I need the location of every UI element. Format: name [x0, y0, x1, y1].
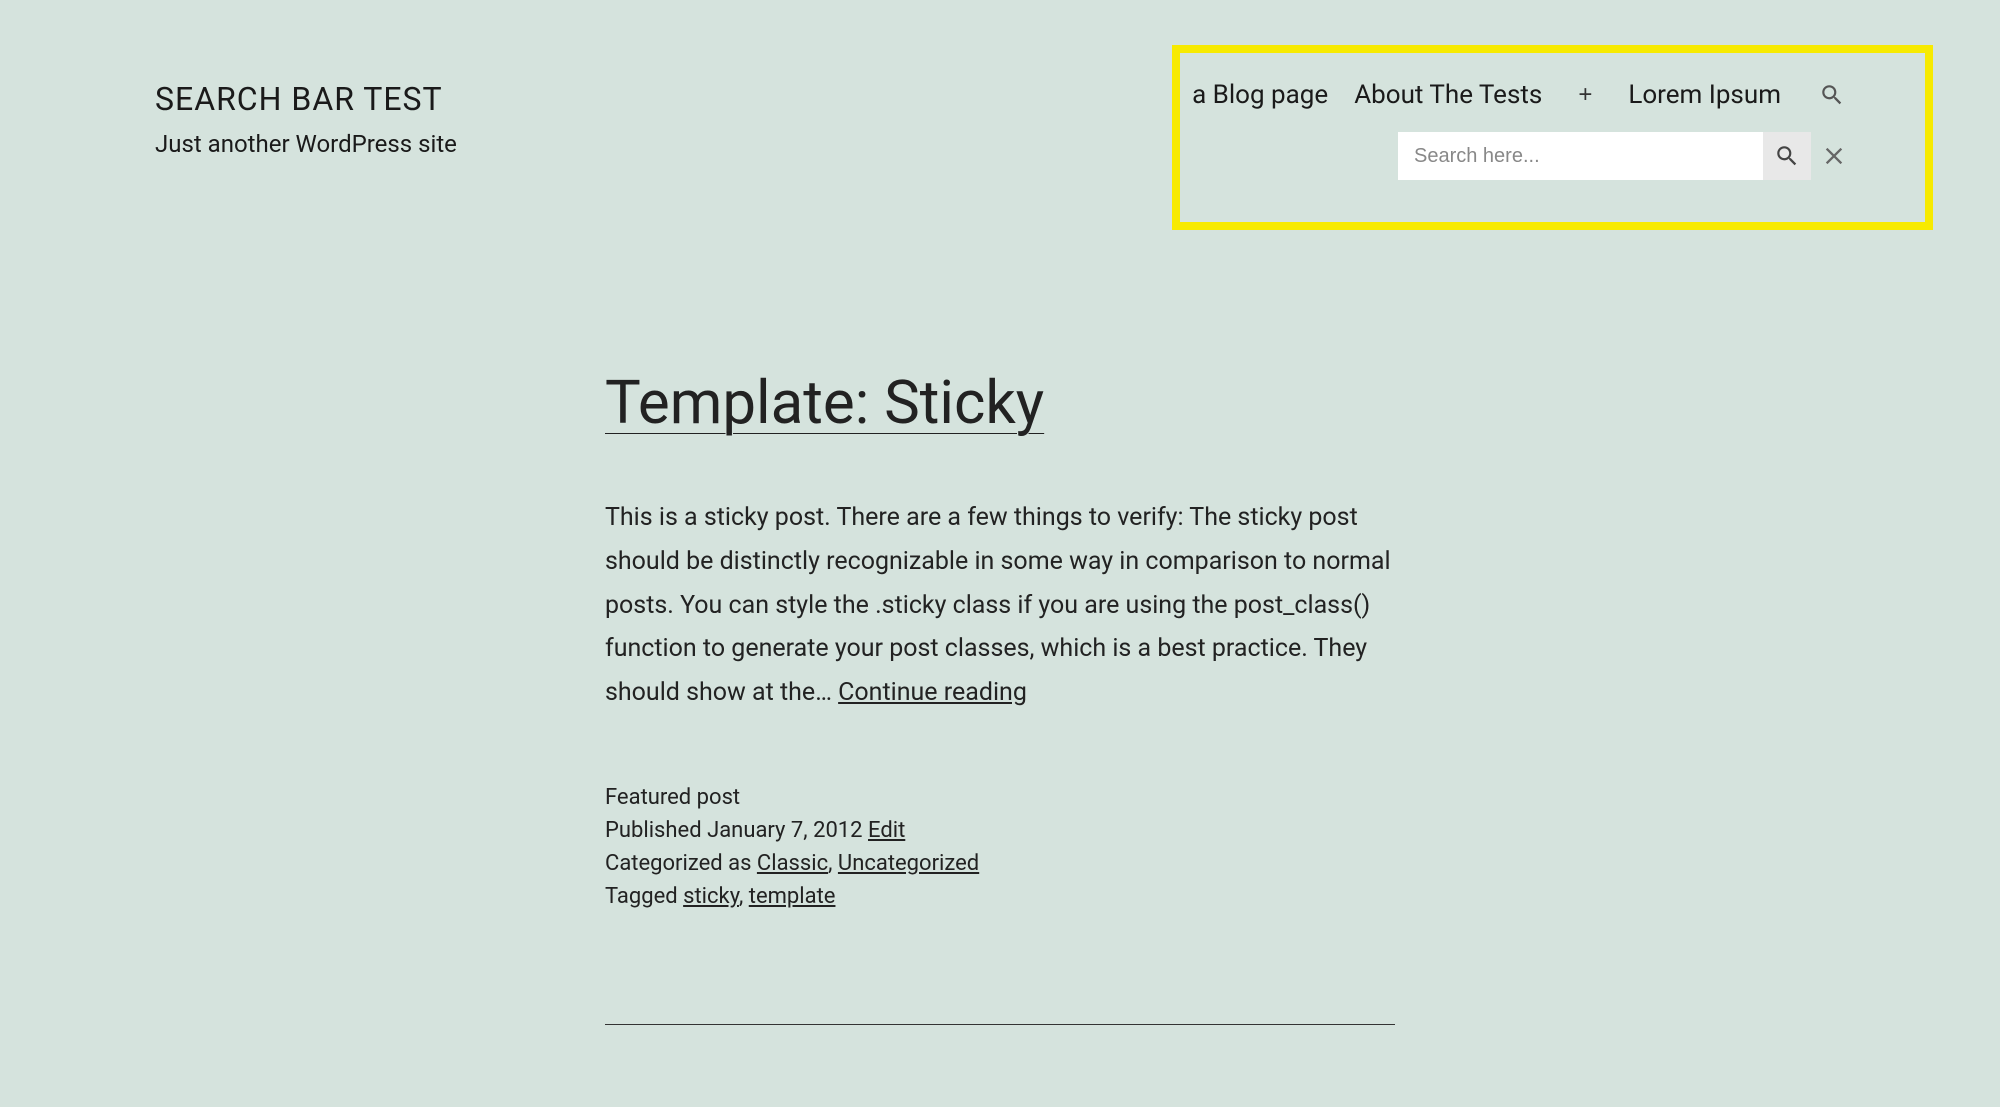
tagged-label: Tagged: [605, 884, 683, 909]
tag-link-sticky[interactable]: sticky: [683, 884, 739, 909]
tag-link-template[interactable]: template: [749, 884, 836, 909]
published-line: Published January 7, 2012 Edit: [605, 818, 1395, 843]
site-tagline: Just another WordPress site: [155, 130, 457, 158]
post: Template: Sticky This is a sticky post. …: [605, 370, 1395, 909]
category-link-uncategorized[interactable]: Uncategorized: [838, 851, 979, 876]
search-close-button[interactable]: [1811, 145, 1845, 167]
excerpt-text: This is a sticky post. There are a few t…: [605, 503, 1391, 707]
search-form: [1192, 132, 1845, 180]
primary-nav: a Blog page About The Tests + Lorem Ipsu…: [1192, 80, 1845, 110]
search-input[interactable]: [1398, 132, 1763, 180]
search-icon: [1774, 143, 1800, 169]
continue-reading-link[interactable]: Continue reading: [838, 678, 1027, 707]
edit-link[interactable]: Edit: [868, 818, 905, 843]
site-title[interactable]: SEARCH BAR TEST: [155, 80, 457, 118]
main-content: Template: Sticky This is a sticky post. …: [585, 370, 1415, 1025]
search-submit-button[interactable]: [1763, 132, 1811, 180]
nav-link-blog[interactable]: a Blog page: [1192, 80, 1328, 110]
category-link-classic[interactable]: Classic: [757, 851, 828, 876]
post-meta: Featured post Published January 7, 2012 …: [605, 785, 1395, 909]
submenu-toggle-button[interactable]: +: [1574, 81, 1596, 109]
post-title-link[interactable]: Template: Sticky: [605, 370, 1395, 436]
close-icon: [1823, 145, 1845, 167]
site-header: SEARCH BAR TEST Just another WordPress s…: [0, 0, 2000, 180]
search-icon: [1819, 82, 1845, 108]
site-branding: SEARCH BAR TEST Just another WordPress s…: [155, 80, 457, 158]
published-label: Published: [605, 818, 707, 843]
post-divider: [605, 1024, 1395, 1025]
published-date: January 7, 2012: [707, 818, 862, 843]
nav-link-about[interactable]: About The Tests: [1354, 80, 1542, 110]
featured-label: Featured post: [605, 785, 1395, 810]
categorized-label: Categorized as: [605, 851, 757, 876]
categories-line: Categorized as Classic, Uncategorized: [605, 851, 1395, 876]
nav-wrapper: a Blog page About The Tests + Lorem Ipsu…: [1192, 80, 1845, 180]
nav-link-lorem[interactable]: Lorem Ipsum: [1628, 80, 1781, 110]
search-toggle-button[interactable]: [1819, 82, 1845, 108]
tags-line: Tagged sticky, template: [605, 884, 1395, 909]
post-excerpt: This is a sticky post. There are a few t…: [605, 496, 1395, 715]
